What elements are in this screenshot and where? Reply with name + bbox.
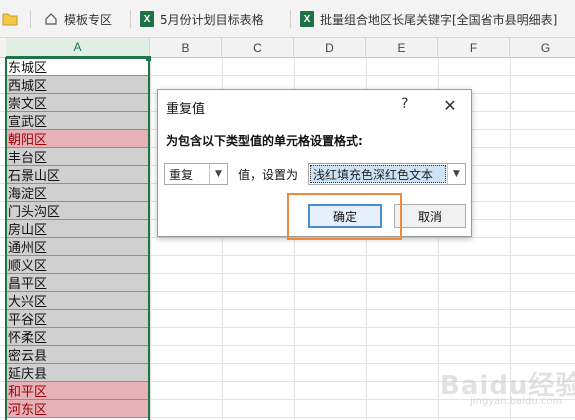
- cell-a3[interactable]: 崇文区: [6, 94, 148, 112]
- cell-a17[interactable]: 密云县: [6, 346, 148, 364]
- cell-a18[interactable]: 延庆县: [6, 364, 148, 382]
- excel-icon: X: [140, 11, 154, 27]
- cell-a14[interactable]: 大兴区: [6, 292, 148, 310]
- tab-divider: [130, 10, 131, 28]
- chevron-down-icon: ▼: [447, 164, 465, 184]
- excel-icon: X: [300, 11, 314, 27]
- cell-a6[interactable]: 丰台区: [6, 148, 148, 166]
- home-icon: [45, 13, 57, 25]
- grid-line: [150, 58, 151, 420]
- tab-monthly-plan[interactable]: X 5月份计划目标表格: [140, 8, 264, 30]
- dialog-prompt: 为包含以下类型值的单元格设置格式:: [166, 134, 363, 148]
- value-type-select[interactable]: 重复 ▼: [164, 163, 228, 185]
- cell-a13[interactable]: 昌平区: [6, 274, 148, 292]
- format-text: 浅红填充色深红色文本: [310, 165, 446, 183]
- cell-a11[interactable]: 通州区: [6, 238, 148, 256]
- tab-template-zone[interactable]: 模板专区: [44, 8, 112, 30]
- tab-label: 5月份计划目标表格: [160, 12, 264, 27]
- cell-a9[interactable]: 门头沟区: [6, 202, 148, 220]
- tab-label: 批量组合地区长尾关键字[全国省市县明细表]: [320, 12, 558, 27]
- document-tab-bar: 模板专区 X 5月份计划目标表格 X 批量组合地区长尾关键字[全国省市县明细表]: [0, 0, 575, 38]
- tab-label: 模板专区: [64, 12, 113, 27]
- help-icon[interactable]: ?: [401, 96, 408, 112]
- cell-a1[interactable]: 东城区: [6, 58, 148, 76]
- column-header-c[interactable]: C: [222, 38, 294, 58]
- tab-region-keywords[interactable]: X 批量组合地区长尾关键字[全国省市县明细表]: [300, 8, 557, 30]
- format-select[interactable]: 浅红填充色深红色文本 ▼: [308, 163, 466, 185]
- column-header-d[interactable]: D: [294, 38, 366, 58]
- duplicate-values-dialog: 重复值 ? ✕ 为包含以下类型值的单元格设置格式: 重复 ▼ 值，设置为 浅红填…: [157, 89, 472, 237]
- cell-a2[interactable]: 西城区: [6, 76, 148, 94]
- cell-a16[interactable]: 怀柔区: [6, 328, 148, 346]
- folder-icon: [2, 13, 18, 26]
- fill-handle[interactable]: [146, 56, 151, 61]
- baidu-watermark-url: jingyan.baidu.com: [470, 396, 563, 407]
- value-type-text: 重复: [169, 167, 194, 182]
- cell-a5[interactable]: 朝阳区: [6, 130, 148, 148]
- dialog-title: 重复值: [166, 102, 206, 117]
- cell-a4[interactable]: 宣武区: [6, 112, 148, 130]
- set-as-label: 值，设置为: [238, 168, 299, 182]
- close-icon[interactable]: ✕: [441, 96, 459, 115]
- column-header-e[interactable]: E: [366, 38, 438, 58]
- cell-a19[interactable]: 和平区: [6, 382, 148, 400]
- ok-button[interactable]: 确定: [308, 204, 382, 228]
- column-header-b[interactable]: B: [150, 38, 222, 58]
- column-header-f[interactable]: F: [438, 38, 510, 58]
- tab-divider: [290, 10, 291, 28]
- cell-a12[interactable]: 顺义区: [6, 256, 148, 274]
- tab-divider: [30, 10, 31, 28]
- chevron-down-icon: ▼: [209, 164, 227, 184]
- cell-a7[interactable]: 石景山区: [6, 166, 148, 184]
- cell-a15[interactable]: 平谷区: [6, 310, 148, 328]
- cell-a10[interactable]: 房山区: [6, 220, 148, 238]
- cell-a20[interactable]: 河东区: [6, 400, 148, 418]
- cell-a8[interactable]: 海淀区: [6, 184, 148, 202]
- column-header-g[interactable]: G: [510, 38, 575, 58]
- column-header-a[interactable]: A: [6, 38, 150, 58]
- folder-tab[interactable]: [2, 8, 18, 30]
- cancel-button[interactable]: 取消: [394, 204, 466, 228]
- column-header-row: A B C D E F G: [0, 38, 575, 58]
